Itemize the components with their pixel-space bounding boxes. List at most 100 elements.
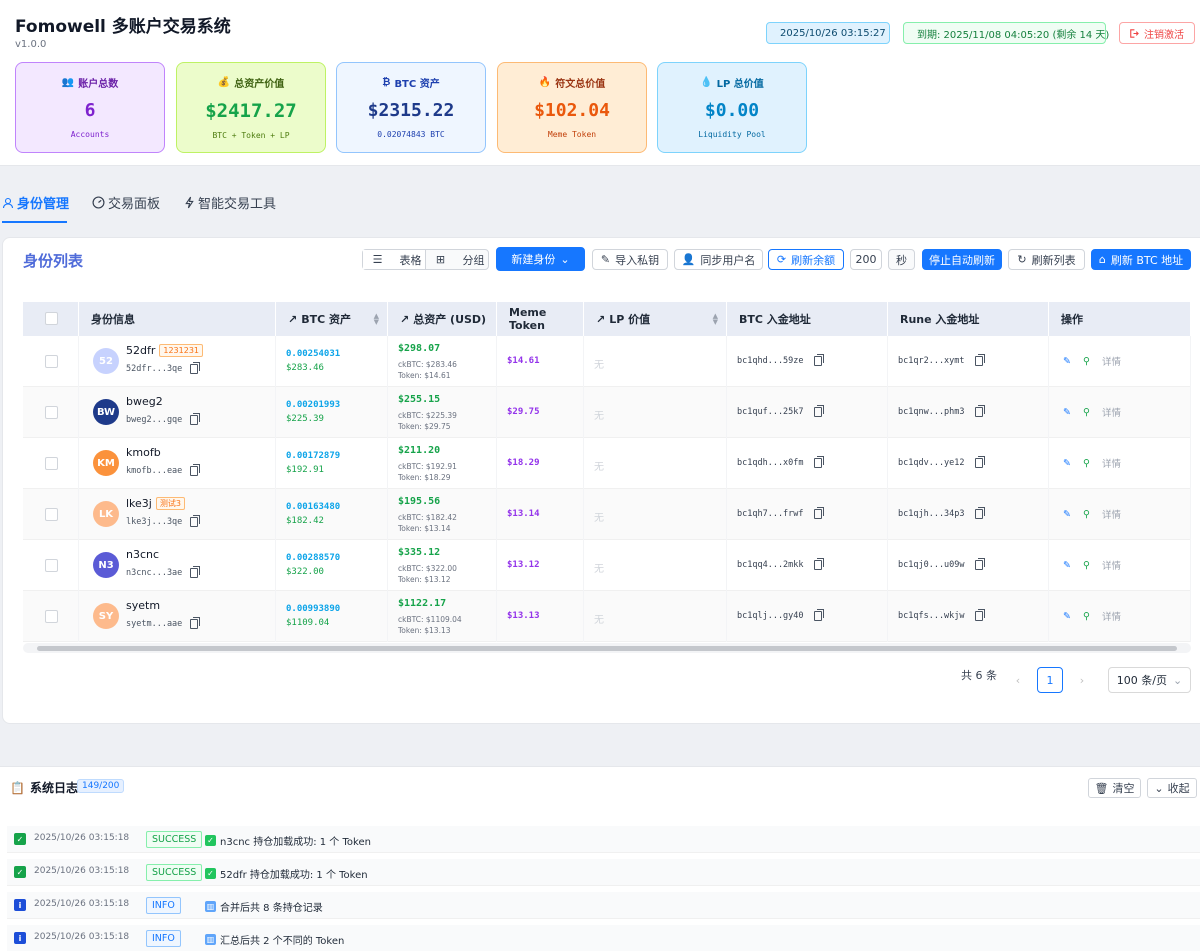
sync-username-button[interactable]: 👤 同步用户名 (674, 249, 763, 270)
sort-icon[interactable]: ▲ ▼ (374, 313, 379, 326)
horizontal-scrollbar[interactable] (23, 643, 1191, 653)
detail-link[interactable]: 详情 (1102, 558, 1121, 572)
row-checkbox[interactable] (45, 508, 58, 521)
row-checkbox[interactable] (45, 610, 58, 623)
copy-icon[interactable] (813, 405, 824, 417)
copy-icon[interactable] (974, 558, 985, 570)
interval-unit-label: 秒 (896, 253, 907, 267)
scrollbar-thumb[interactable] (37, 646, 1177, 651)
clear-log-button[interactable]: 🗑 清空 (1088, 778, 1141, 798)
copy-icon[interactable] (813, 507, 824, 519)
tab-smart-tools[interactable]: 智能交易工具 (184, 193, 276, 212)
copy-icon[interactable] (813, 354, 824, 366)
copy-icon[interactable] (974, 354, 985, 366)
detail-link[interactable]: 详情 (1102, 354, 1121, 368)
edit-icon[interactable]: ✎ (1063, 560, 1071, 571)
page-size-select[interactable]: 100 条/页 ⌄ (1108, 667, 1191, 693)
btc-address-cell: bc1qq4...2mkk (727, 540, 888, 591)
refresh-btc-address-label: 刷新 BTC 地址 (1110, 253, 1184, 267)
check-icon: ✓ (205, 868, 216, 879)
header-btc-assets[interactable]: ↗ BTC 资产 ▲ ▼ (276, 302, 388, 336)
next-page-button[interactable]: › (1070, 667, 1094, 693)
log-message: ▥ 汇总后共 2 个不同的 Token (205, 932, 344, 947)
row-checkbox[interactable] (45, 355, 58, 368)
edit-icon[interactable]: ✎ (1063, 509, 1071, 520)
ckbtc-value: ckBTC: $283.46 (398, 360, 457, 369)
copy-icon[interactable] (190, 515, 201, 527)
btc-deposit-address: bc1qq4...2mkk (737, 558, 824, 570)
view-table-button[interactable]: ☰ 表格 (363, 250, 426, 269)
dashboard-icon (92, 196, 105, 209)
row-checkbox[interactable] (45, 457, 58, 470)
btc-deposit-address: bc1qlj...gy40 (737, 609, 824, 621)
row-checkbox[interactable] (45, 406, 58, 419)
search-icon[interactable]: ⚲ (1083, 458, 1090, 469)
copy-icon[interactable] (813, 456, 824, 468)
prev-page-button[interactable]: ‹ (1006, 667, 1030, 693)
stat-value: $2315.22 (367, 100, 455, 121)
search-icon[interactable]: ⚲ (1083, 509, 1090, 520)
total-assets-cell: $255.15 ckBTC: $225.39 Token: $29.75 (388, 387, 497, 438)
pagination-total: 共 6 条 (961, 669, 997, 682)
current-time: 2025/10/26 03:15:27 (780, 27, 886, 39)
header-lp-value[interactable]: ↗ LP 价值 ▲ ▼ (584, 302, 727, 336)
detail-link[interactable]: 详情 (1102, 456, 1121, 470)
copy-icon[interactable] (974, 507, 985, 519)
copy-icon[interactable] (190, 464, 201, 476)
page-1-button[interactable]: 1 (1037, 667, 1063, 693)
import-key-button[interactable]: ✎ 导入私钥 (592, 249, 668, 270)
sort-icon[interactable]: ▲ ▼ (713, 313, 718, 326)
copy-icon[interactable] (190, 566, 201, 578)
row-checkbox[interactable] (45, 559, 58, 572)
edit-icon[interactable]: ✎ (1063, 458, 1071, 469)
refresh-interval-input[interactable]: 200 (850, 249, 882, 270)
copy-icon[interactable] (813, 609, 824, 621)
copy-icon[interactable] (190, 362, 201, 374)
collapse-log-button[interactable]: ⌄ 收起 (1147, 778, 1197, 798)
view-group-button[interactable]: ⊞ 分组 (426, 250, 488, 269)
meme-value: $18.29 (507, 458, 540, 468)
refresh-balance-label: 刷新余额 (791, 253, 836, 267)
new-identity-button[interactable]: 新建身份 ⌄ (496, 247, 585, 271)
import-key-label: 导入私钥 (615, 253, 660, 267)
edit-icon[interactable]: ✎ (1063, 407, 1071, 418)
detail-link[interactable]: 详情 (1102, 507, 1121, 521)
actions-cell: ✎ ⚲ 详情 (1049, 336, 1191, 387)
lp-value: 无 (594, 411, 604, 422)
search-icon[interactable]: ⚲ (1083, 560, 1090, 571)
copy-icon[interactable] (974, 456, 985, 468)
detail-link[interactable]: 详情 (1102, 609, 1121, 623)
logout-button[interactable]: 注销激活 (1119, 22, 1195, 44)
trend-icon: ↗ (400, 312, 410, 326)
tab-identity[interactable]: 身份管理 (2, 193, 69, 212)
edit-icon[interactable]: ✎ (1063, 356, 1071, 367)
copy-icon[interactable] (190, 617, 201, 629)
lp-value-cell: 无 (584, 489, 727, 540)
stat-sub: 0.02074843 BTC (377, 130, 445, 139)
stat-sub: Accounts (70, 130, 110, 139)
header-select-all[interactable] (23, 302, 79, 336)
stop-auto-refresh-button[interactable]: 停止自动刷新 (922, 249, 1002, 270)
detail-link[interactable]: 详情 (1102, 405, 1121, 419)
refresh-balance-button[interactable]: ⟳ 刷新余额 (768, 249, 844, 270)
header: Fomowell 多账户交易系统 v1.0.0 2025/10/26 03:15… (0, 0, 1200, 166)
copy-icon[interactable] (974, 609, 985, 621)
copy-icon[interactable] (813, 558, 824, 570)
btc-deposit-address: bc1qhd...59ze (737, 354, 824, 366)
copy-icon[interactable] (190, 413, 201, 425)
edit-square-icon: ✎ (600, 253, 611, 266)
refresh-list-button[interactable]: ↻ 刷新列表 (1008, 249, 1085, 270)
search-icon[interactable]: ⚲ (1083, 611, 1090, 622)
edit-icon[interactable]: ✎ (1063, 611, 1071, 622)
avatar: N3 (93, 552, 119, 578)
copy-icon[interactable] (974, 405, 985, 417)
account-address: 52dfr...3qe (126, 362, 201, 374)
refresh-btc-address-button[interactable]: ⌂ 刷新 BTC 地址 (1091, 249, 1191, 270)
log-message-text: 52dfr 持仓加载成功: 1 个 Token (220, 870, 368, 881)
select-all-checkbox[interactable] (45, 312, 58, 325)
tab-trading[interactable]: 交易面板 (92, 193, 160, 212)
header-identity: 身份信息 (79, 302, 276, 336)
search-icon[interactable]: ⚲ (1083, 407, 1090, 418)
search-icon[interactable]: ⚲ (1083, 356, 1090, 367)
view-table-label: 表格 (399, 253, 422, 267)
